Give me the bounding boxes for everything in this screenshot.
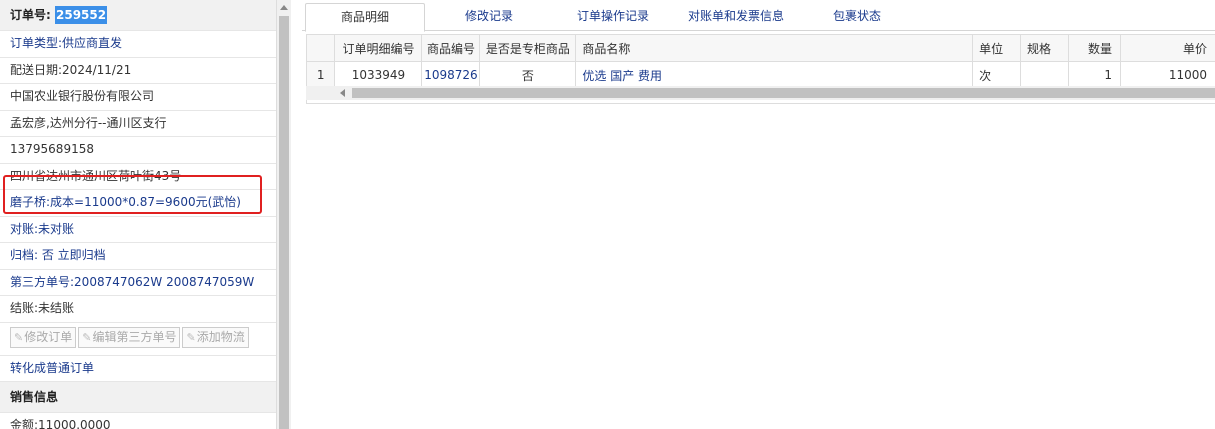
column-header[interactable]: 商品编号: [421, 35, 481, 62]
tab-statement-invoice[interactable]: 对账单和发票信息: [680, 3, 792, 30]
order-number-value[interactable]: 259552: [55, 6, 108, 24]
counter-product-cell: 否: [479, 61, 577, 89]
horizontal-scrollbar[interactable]: [306, 86, 1215, 100]
product-number-link[interactable]: 1098726: [421, 61, 481, 89]
column-header[interactable]: 单价: [1120, 35, 1215, 62]
vertical-scrollbar[interactable]: [277, 0, 291, 429]
spec-cell: [1020, 61, 1069, 89]
action-toolbar: ✎修改订单 ✎编辑第三方单号 ✎添加物流: [0, 323, 276, 356]
edit-third-party-button[interactable]: ✎编辑第三方单号: [78, 326, 181, 348]
tab-operation-log[interactable]: 订单操作记录: [563, 3, 663, 30]
quantity-cell: 1: [1068, 61, 1121, 89]
detail-number-cell: 1033949: [334, 61, 423, 89]
table-header-row: 订单明细编号 商品编号 是否是专柜商品 商品名称 单位 规格 数量 单价: [307, 35, 1215, 62]
price-cell: 11000: [1120, 61, 1215, 89]
edit-icon: ✎: [82, 330, 92, 344]
tab-bar: 商品明细 修改记录 订单操作记录 对账单和发票信息 包裹状态: [302, 0, 1215, 32]
column-header[interactable]: 商品名称: [575, 35, 974, 62]
delivery-date: 配送日期:2024/11/21: [0, 58, 276, 84]
order-type: 订单类型:供应商直发: [0, 31, 276, 58]
table-row[interactable]: 1 1033949 1098726 否 优选 国产 费用 次 1 11000: [307, 61, 1215, 89]
highlight-box: [3, 175, 262, 214]
order-number-label: 订单号:: [10, 8, 51, 22]
column-header[interactable]: 订单明细编号: [334, 35, 423, 62]
column-header[interactable]: 规格: [1020, 35, 1069, 62]
index-header: [307, 35, 336, 62]
column-header[interactable]: 数量: [1068, 35, 1121, 62]
phone-number: 13795689158: [0, 137, 276, 164]
settle-status: 结账:未结账: [0, 296, 276, 323]
scrollbar-thumb[interactable]: [279, 16, 289, 429]
column-header[interactable]: 单位: [972, 35, 1022, 62]
archive-status[interactable]: 归档: 否 立即归档: [0, 243, 276, 270]
row-index: 1: [307, 61, 336, 89]
reconcile-status: 对账:未对账: [0, 217, 276, 243]
edit-icon: ✎: [14, 330, 24, 344]
scrollbar-thumb[interactable]: [352, 88, 1215, 98]
order-detail-panel: 商品明细 修改记录 订单操作记录 对账单和发票信息 包裹状态 订单明细编号 商品…: [302, 0, 1215, 429]
product-name-link[interactable]: 优选 国产 费用: [575, 61, 974, 89]
scroll-up-icon[interactable]: [280, 5, 288, 10]
amount: 金额:11000.0000: [0, 413, 276, 429]
order-number-row: 订单号: 259552: [0, 0, 276, 31]
edit-order-button[interactable]: ✎修改订单: [10, 326, 77, 348]
edit-icon: ✎: [186, 330, 196, 344]
tab-product-details[interactable]: 商品明细: [305, 3, 425, 32]
column-header[interactable]: 是否是专柜商品: [479, 35, 577, 62]
third-party-order-numbers: 第三方单号:2008747062W 2008747059W: [0, 270, 276, 296]
tab-change-log[interactable]: 修改记录: [444, 3, 534, 30]
contact-branch: 孟宏彦,达州分行--通川区支行: [0, 111, 276, 137]
sales-info-header: 销售信息: [0, 382, 276, 413]
scroll-left-icon[interactable]: [340, 89, 345, 97]
unit-cell: 次: [972, 61, 1022, 89]
company-name: 中国农业银行股份有限公司: [0, 84, 276, 111]
add-logistics-button[interactable]: ✎添加物流: [182, 326, 249, 348]
product-table: 订单明细编号 商品编号 是否是专柜商品 商品名称 单位 规格 数量 单价 1 1…: [307, 35, 1215, 89]
tab-package-status[interactable]: 包裹状态: [822, 3, 892, 30]
order-info-panel: 订单号: 259552 订单类型:供应商直发 配送日期:2024/11/21 中…: [0, 0, 277, 429]
convert-normal-order-link[interactable]: 转化成普通订单: [0, 356, 276, 382]
